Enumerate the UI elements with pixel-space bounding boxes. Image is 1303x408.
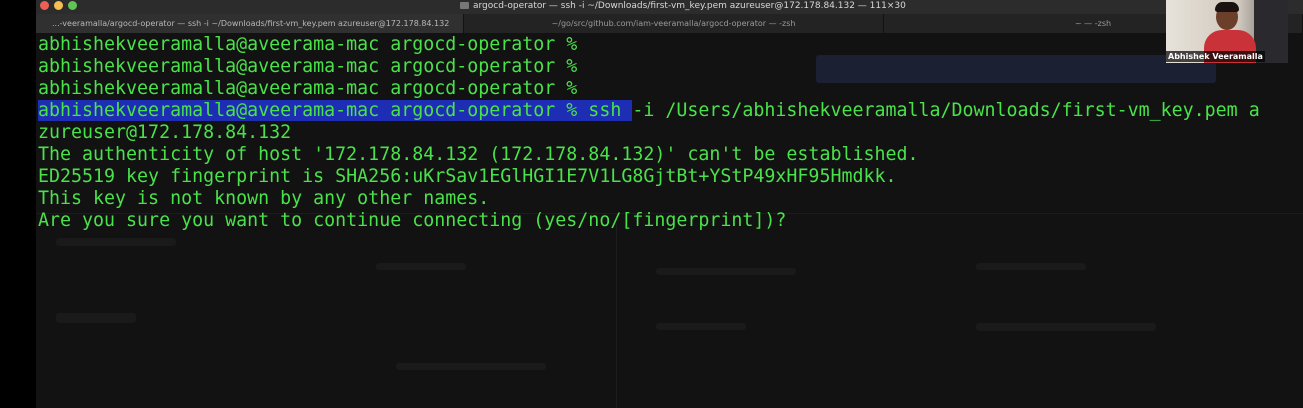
continue-prompt: Are you sure you want to continue connec… — [38, 210, 787, 231]
command-text: -i /Users/abhishekveeramalla/Downloads/f… — [632, 100, 1260, 121]
terminal-output: abhishekveeramalla@aveerama-mac argocd-o… — [38, 34, 1260, 232]
webcam-name-label: Abhishek Veeramalla — [1166, 51, 1265, 62]
terminal-icon — [460, 2, 469, 9]
authenticity-warning: The authenticity of host '172.178.84.132… — [38, 144, 919, 165]
window-title-text: argocd-operator — ssh -i ~/Downloads/fir… — [473, 1, 906, 11]
background-ghost — [616, 223, 617, 408]
window-title: argocd-operator — ssh -i ~/Downloads/fir… — [460, 0, 906, 12]
background-ghost — [656, 268, 796, 275]
background-ghost — [976, 323, 1156, 331]
tab-argocd-operator-zsh[interactable]: ~/go/src/github.com/iam-veeramalla/argoc… — [464, 14, 884, 33]
terminal-line-command: abhishekveeramalla@aveerama-mac argocd-o… — [38, 100, 1260, 122]
tab-ssh-session[interactable]: ...-veeramalla/argocd-operator — ssh -i … — [36, 14, 464, 33]
terminal-line: Are you sure you want to continue connec… — [38, 210, 1260, 232]
background-ghost — [976, 263, 1086, 270]
terminal-window: argocd-operator — ssh -i ~/Downloads/fir… — [36, 0, 1303, 408]
tab-bar: ...-veeramalla/argocd-operator — ssh -i … — [36, 14, 1303, 34]
selected-text: abhishekveeramalla@aveerama-mac argocd-o… — [38, 100, 633, 121]
background-ghost — [656, 323, 746, 330]
traffic-lights — [40, 1, 77, 10]
terminal-content[interactable]: abhishekveeramalla@aveerama-mac argocd-o… — [36, 33, 1303, 408]
left-black-strip — [0, 0, 36, 408]
command-continuation: zureuser@172.178.84.132 — [38, 122, 292, 143]
prompt-text: abhishekveeramalla@aveerama-mac argocd-o… — [38, 56, 578, 77]
background-ghost — [56, 313, 136, 323]
close-button[interactable] — [40, 1, 49, 10]
key-unknown-notice: This key is not known by any other names… — [38, 188, 490, 209]
terminal-line: The authenticity of host '172.178.84.132… — [38, 144, 1260, 166]
terminal-line: abhishekveeramalla@aveerama-mac argocd-o… — [38, 56, 1260, 78]
background-ghost — [396, 363, 546, 370]
prompt-text: abhishekveeramalla@aveerama-mac argocd-o… — [38, 78, 578, 99]
terminal-line: abhishekveeramalla@aveerama-mac argocd-o… — [38, 78, 1260, 100]
webcam-overlay: Abhishek Veeramalla — [1166, 0, 1288, 63]
minimize-button[interactable] — [54, 1, 63, 10]
key-fingerprint: ED25519 key fingerprint is SHA256:uKrSav… — [38, 166, 897, 187]
prompt-text: abhishekveeramalla@aveerama-mac argocd-o… — [38, 34, 578, 55]
terminal-line: zureuser@172.178.84.132 — [38, 122, 1260, 144]
zoom-button[interactable] — [68, 1, 77, 10]
terminal-line: ED25519 key fingerprint is SHA256:uKrSav… — [38, 166, 1260, 188]
terminal-line: This key is not known by any other names… — [38, 188, 1260, 210]
webcam-person-hair — [1215, 2, 1239, 12]
title-bar: argocd-operator — ssh -i ~/Downloads/fir… — [36, 0, 1303, 14]
terminal-line: abhishekveeramalla@aveerama-mac argocd-o… — [38, 34, 1260, 56]
background-ghost — [56, 238, 176, 246]
background-ghost — [376, 263, 466, 270]
